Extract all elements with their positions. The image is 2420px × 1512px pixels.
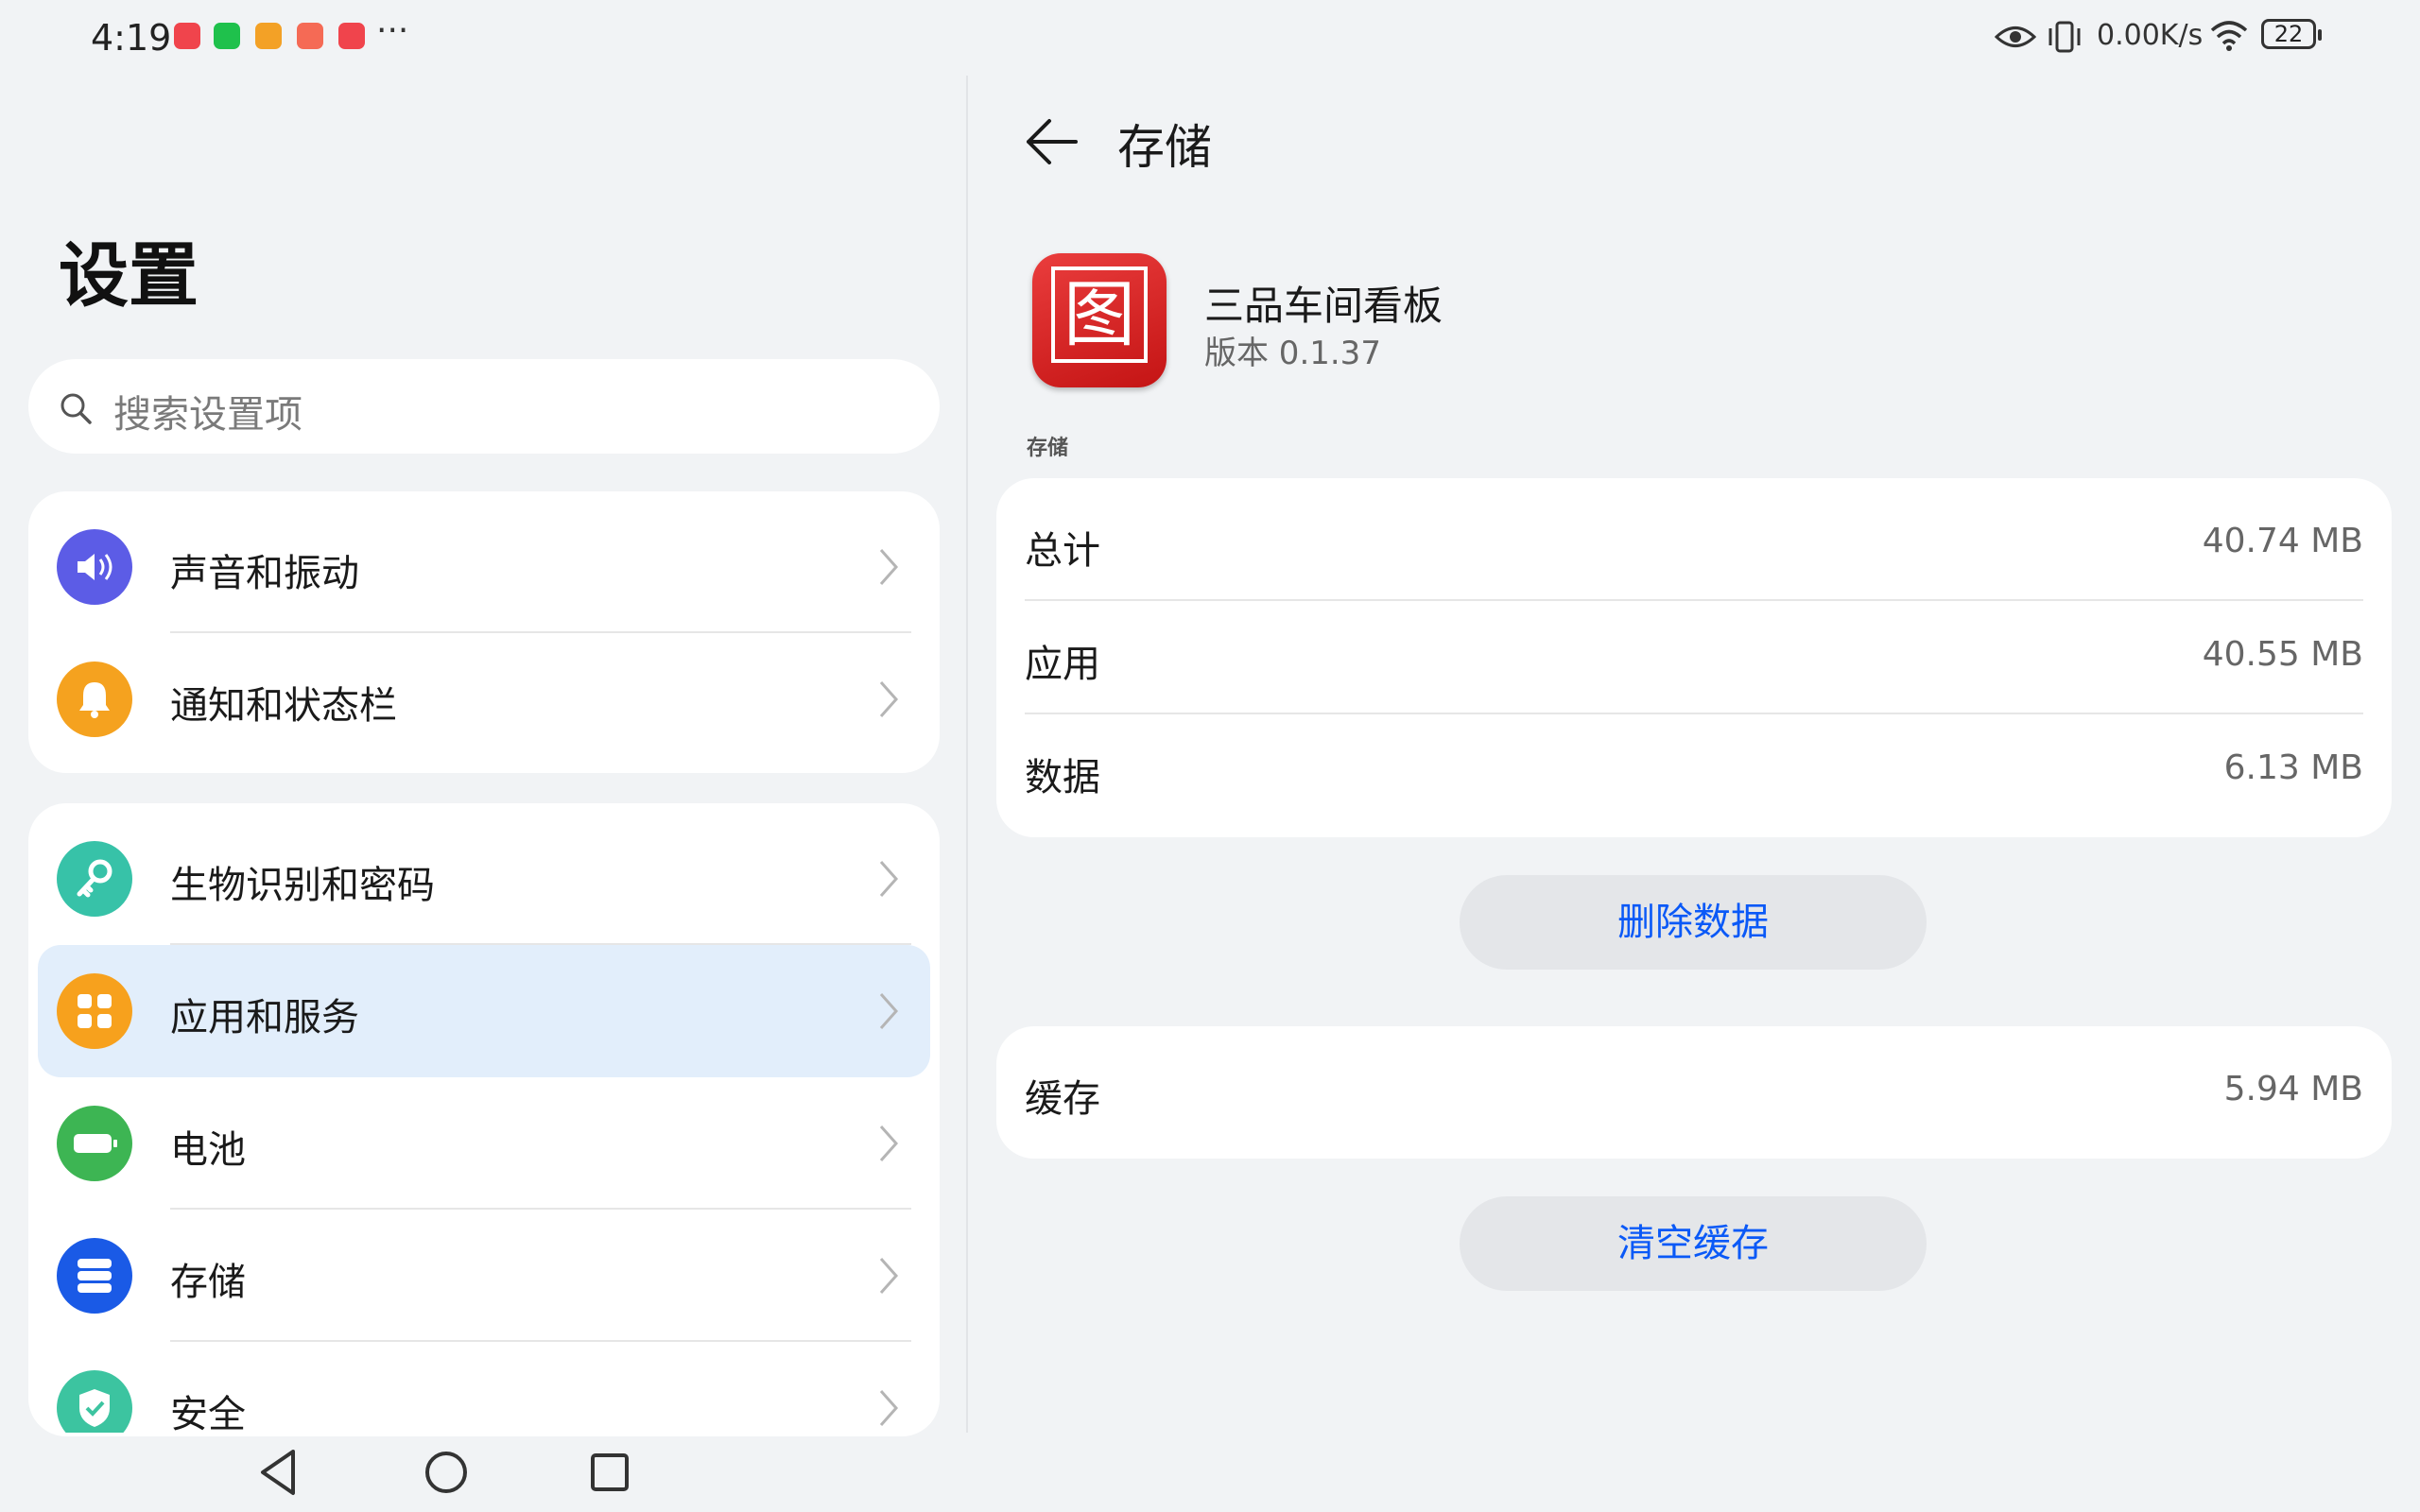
bell-icon bbox=[57, 662, 132, 737]
nav-back-icon[interactable] bbox=[257, 1446, 299, 1499]
storage-total-label: 总计 bbox=[1025, 529, 1100, 573]
app-name: 三品车间看板 bbox=[1204, 283, 1443, 329]
delete-data-button[interactable]: 删除数据 bbox=[1460, 875, 1927, 970]
cache-label: 缓存 bbox=[1025, 1077, 1100, 1121]
storage-details-card: 总计 40.74 MB 应用 40.55 MB 数据 6.13 MB bbox=[996, 478, 2392, 837]
page-title: 存储 bbox=[1117, 120, 1212, 175]
notification-app-icon bbox=[338, 23, 365, 49]
settings-item-label: 应用和服务 bbox=[170, 996, 359, 1040]
notification-app-icon bbox=[297, 23, 323, 49]
nav-recents-icon[interactable] bbox=[586, 1446, 633, 1499]
settings-item-label: 电池 bbox=[170, 1128, 246, 1172]
settings-title: 设置 bbox=[59, 235, 199, 317]
settings-item-label: 通知和状态栏 bbox=[170, 684, 397, 728]
settings-item-sound[interactable]: 声音和振动 bbox=[28, 501, 940, 633]
settings-item-notifications[interactable]: 通知和状态栏 bbox=[28, 633, 940, 765]
section-label: 存储 bbox=[1027, 437, 1069, 460]
chevron-right-icon bbox=[879, 681, 899, 717]
notification-app-icon bbox=[255, 23, 282, 49]
battery-icon bbox=[57, 1106, 132, 1181]
chevron-right-icon bbox=[879, 1390, 899, 1426]
apps-grid-icon bbox=[57, 973, 132, 1049]
divider bbox=[1025, 599, 2363, 601]
shield-icon bbox=[57, 1370, 132, 1433]
storage-app-value: 40.55 MB bbox=[2202, 635, 2363, 674]
divider bbox=[1025, 713, 2363, 714]
back-arrow-icon[interactable] bbox=[1025, 113, 1080, 170]
settings-item-apps-services[interactable]: 应用和服务 bbox=[28, 945, 940, 1077]
storage-icon bbox=[57, 1238, 132, 1314]
status-time: 4:19 bbox=[91, 17, 172, 59]
settings-item-label: 声音和振动 bbox=[170, 552, 359, 595]
storage-data-value: 6.13 MB bbox=[2223, 748, 2363, 787]
key-icon bbox=[57, 841, 132, 917]
cache-card: 缓存 5.94 MB bbox=[996, 1026, 2392, 1159]
app-version: 版本 0.1.37 bbox=[1204, 335, 1381, 372]
clear-cache-button[interactable]: 清空缓存 bbox=[1460, 1196, 1927, 1291]
nav-home-icon[interactable] bbox=[420, 1446, 473, 1499]
search-placeholder: 搜索设置项 bbox=[113, 393, 302, 437]
cache-value: 5.94 MB bbox=[2223, 1070, 2363, 1108]
wechat-notification-icon bbox=[214, 23, 240, 49]
settings-item-storage[interactable]: 存储 bbox=[28, 1210, 940, 1342]
storage-app-label: 应用 bbox=[1025, 643, 1100, 686]
vibrate-icon bbox=[2048, 21, 2081, 53]
wifi-icon bbox=[2210, 21, 2248, 51]
chevron-right-icon bbox=[879, 1125, 899, 1161]
storage-total-value: 40.74 MB bbox=[2202, 522, 2363, 560]
settings-item-label: 安全 bbox=[170, 1393, 246, 1433]
app-icon-glyph: 图 bbox=[1051, 266, 1148, 363]
more-notifications-icon: ··· bbox=[376, 11, 409, 50]
chevron-right-icon bbox=[879, 861, 899, 897]
settings-item-biometrics[interactable]: 生物识别和密码 bbox=[28, 813, 940, 945]
network-speed: 0.00K/s bbox=[2097, 19, 2204, 52]
chevron-right-icon bbox=[879, 549, 899, 585]
settings-item-security[interactable]: 安全 bbox=[28, 1342, 940, 1433]
battery-indicator: 22 bbox=[2261, 19, 2322, 49]
eye-comfort-icon bbox=[1995, 26, 2036, 47]
pane-divider bbox=[966, 76, 968, 1433]
settings-item-battery[interactable]: 电池 bbox=[28, 1077, 940, 1210]
speaker-icon bbox=[57, 529, 132, 605]
app-icon: 图 bbox=[1032, 253, 1167, 387]
settings-item-label: 生物识别和密码 bbox=[170, 864, 435, 907]
search-icon bbox=[60, 393, 92, 424]
settings-item-label: 存储 bbox=[170, 1261, 246, 1304]
chevron-right-icon bbox=[879, 1258, 899, 1294]
chevron-right-icon bbox=[879, 993, 899, 1029]
storage-data-label: 数据 bbox=[1025, 756, 1100, 799]
notification-app-icon bbox=[174, 23, 200, 49]
